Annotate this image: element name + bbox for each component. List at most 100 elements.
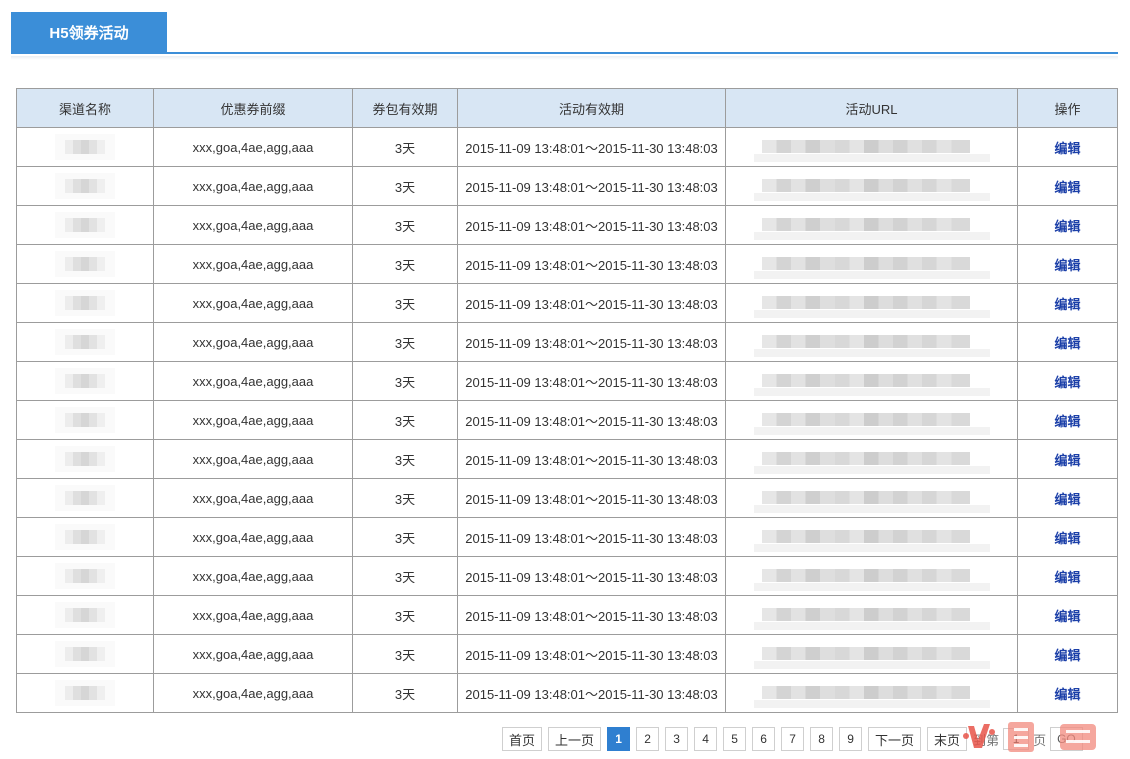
activity-url-cell bbox=[725, 127, 1018, 167]
package-validity-cell: 3天 bbox=[352, 595, 458, 635]
edit-link[interactable]: 编辑 bbox=[1054, 258, 1080, 273]
actions-cell: 编辑 bbox=[1017, 517, 1118, 557]
table-row: xxx,goa,4ae,agg,aaa 3天 2015-11-09 13:48:01… bbox=[16, 166, 1118, 206]
channel-name-cell bbox=[16, 166, 154, 206]
edit-link[interactable]: 编辑 bbox=[1054, 141, 1080, 156]
page-number-button[interactable]: 2 bbox=[636, 727, 660, 751]
goto-prefix-label: 到第 bbox=[973, 732, 1000, 748]
actions-cell: 编辑 bbox=[1017, 400, 1118, 440]
page-number-button[interactable]: 3 bbox=[665, 727, 689, 751]
redacted-channel-name bbox=[55, 132, 115, 162]
col-coupon-prefix: 优惠券前缀 bbox=[153, 88, 353, 128]
edit-link[interactable]: 编辑 bbox=[1054, 375, 1080, 390]
package-validity-cell: 3天 bbox=[352, 244, 458, 284]
redacted-activity-url bbox=[753, 639, 990, 669]
edit-link[interactable]: 编辑 bbox=[1054, 336, 1080, 351]
package-validity-cell: 3天 bbox=[352, 634, 458, 674]
activity-period-cell: 2015-11-09 13:48:01～2015-11-30 13:48:03 bbox=[457, 127, 726, 167]
channel-name-cell bbox=[16, 556, 154, 596]
activity-period-cell: 2015-11-09 13:48:01～2015-11-30 13:48:03 bbox=[457, 322, 726, 362]
table-row: xxx,goa,4ae,agg,aaa 3天 2015-11-09 13:48:01… bbox=[16, 205, 1118, 245]
actions-cell: 编辑 bbox=[1017, 439, 1118, 479]
channel-name-cell bbox=[16, 439, 154, 479]
coupon-prefix-cell: xxx,goa,4ae,agg,aaa bbox=[153, 361, 353, 401]
channel-name-cell bbox=[16, 517, 154, 557]
tab-h5-coupon-activity[interactable]: H5领券活动 bbox=[11, 12, 167, 53]
activity-url-cell bbox=[725, 361, 1018, 401]
page-number-button[interactable]: 4 bbox=[694, 727, 718, 751]
package-validity-cell: 3天 bbox=[352, 166, 458, 206]
page-number-button[interactable]: 7 bbox=[781, 727, 805, 751]
goto-page-input[interactable] bbox=[1003, 728, 1030, 750]
actions-cell: 编辑 bbox=[1017, 556, 1118, 596]
edit-link[interactable]: 编辑 bbox=[1054, 219, 1080, 234]
edit-link[interactable]: 编辑 bbox=[1054, 297, 1080, 312]
activity-period-cell: 2015-11-09 13:48:01～2015-11-30 13:48:03 bbox=[457, 361, 726, 401]
next-page-button[interactable]: 下一页 bbox=[868, 727, 922, 751]
coupon-prefix-cell: xxx,goa,4ae,agg,aaa bbox=[153, 634, 353, 674]
edit-link[interactable]: 编辑 bbox=[1054, 531, 1080, 546]
activity-url-cell bbox=[725, 283, 1018, 323]
channel-name-cell bbox=[16, 478, 154, 518]
redacted-channel-name bbox=[55, 366, 115, 396]
col-package-validity: 券包有效期 bbox=[352, 88, 458, 128]
coupon-prefix-cell: xxx,goa,4ae,agg,aaa bbox=[153, 322, 353, 362]
last-page-button[interactable]: 末页 bbox=[927, 727, 968, 751]
edit-link[interactable]: 编辑 bbox=[1054, 453, 1080, 468]
package-validity-cell: 3天 bbox=[352, 400, 458, 440]
package-validity-cell: 3天 bbox=[352, 478, 458, 518]
edit-link[interactable]: 编辑 bbox=[1054, 180, 1080, 195]
page-number-button[interactable]: 6 bbox=[752, 727, 776, 751]
redacted-activity-url bbox=[753, 171, 990, 201]
package-validity-cell: 3天 bbox=[352, 517, 458, 557]
page-number-button[interactable]: 8 bbox=[810, 727, 834, 751]
table-row: xxx,goa,4ae,agg,aaa 3天 2015-11-09 13:48:01… bbox=[16, 478, 1118, 518]
channel-name-cell bbox=[16, 127, 154, 167]
redacted-channel-name bbox=[55, 483, 115, 513]
edit-link[interactable]: 编辑 bbox=[1054, 609, 1080, 624]
page-number-button[interactable]: 1 bbox=[607, 727, 631, 751]
activity-period-cell: 2015-11-09 13:48:01～2015-11-30 13:48:03 bbox=[457, 556, 726, 596]
actions-cell: 编辑 bbox=[1017, 478, 1118, 518]
redacted-activity-url bbox=[753, 132, 990, 162]
coupon-prefix-cell: xxx,goa,4ae,agg,aaa bbox=[153, 283, 353, 323]
activity-period-cell: 2015-11-09 13:48:01～2015-11-30 13:48:03 bbox=[457, 205, 726, 245]
edit-link[interactable]: 编辑 bbox=[1054, 414, 1080, 429]
table-row: xxx,goa,4ae,agg,aaa 3天 2015-11-09 13:48:01… bbox=[16, 595, 1118, 635]
actions-cell: 编辑 bbox=[1017, 595, 1118, 635]
package-validity-cell: 3天 bbox=[352, 361, 458, 401]
redacted-activity-url bbox=[753, 522, 990, 552]
redacted-channel-name bbox=[55, 639, 115, 669]
channel-name-cell bbox=[16, 634, 154, 674]
coupon-prefix-cell: xxx,goa,4ae,agg,aaa bbox=[153, 244, 353, 284]
activity-period-cell: 2015-11-09 13:48:01～2015-11-30 13:48:03 bbox=[457, 478, 726, 518]
redacted-activity-url bbox=[753, 249, 990, 279]
table-row: xxx,goa,4ae,agg,aaa 3天 2015-11-09 13:48:01… bbox=[16, 673, 1118, 713]
page-number-button[interactable]: 9 bbox=[839, 727, 863, 751]
edit-link[interactable]: 编辑 bbox=[1054, 492, 1080, 507]
edit-link[interactable]: 编辑 bbox=[1054, 570, 1080, 585]
coupon-prefix-cell: xxx,goa,4ae,agg,aaa bbox=[153, 127, 353, 167]
activity-period-cell: 2015-11-09 13:48:01～2015-11-30 13:48:03 bbox=[457, 673, 726, 713]
prev-page-button[interactable]: 上一页 bbox=[548, 727, 602, 751]
actions-cell: 编辑 bbox=[1017, 361, 1118, 401]
goto-suffix-label: 页 bbox=[1033, 732, 1047, 748]
coupon-prefix-cell: xxx,goa,4ae,agg,aaa bbox=[153, 673, 353, 713]
redacted-channel-name bbox=[55, 249, 115, 279]
page-number-button[interactable]: 5 bbox=[723, 727, 747, 751]
activity-period-cell: 2015-11-09 13:48:01～2015-11-30 13:48:03 bbox=[457, 634, 726, 674]
channel-name-cell bbox=[16, 244, 154, 284]
coupon-prefix-cell: xxx,goa,4ae,agg,aaa bbox=[153, 400, 353, 440]
redacted-channel-name bbox=[55, 405, 115, 435]
first-page-button[interactable]: 首页 bbox=[502, 727, 543, 751]
redacted-activity-url bbox=[753, 366, 990, 396]
edit-link[interactable]: 编辑 bbox=[1054, 687, 1080, 702]
col-activity-url: 活动URL bbox=[725, 88, 1018, 128]
go-button[interactable]: GO bbox=[1050, 727, 1083, 751]
activity-url-cell bbox=[725, 595, 1018, 635]
activity-url-cell bbox=[725, 478, 1018, 518]
col-channel-name: 渠道名称 bbox=[16, 88, 154, 128]
edit-link[interactable]: 编辑 bbox=[1054, 648, 1080, 663]
pagination: 首页 上一页 123456789 下一页 末页 到第 页 GO bbox=[502, 727, 1083, 751]
activity-period-cell: 2015-11-09 13:48:01～2015-11-30 13:48:03 bbox=[457, 244, 726, 284]
